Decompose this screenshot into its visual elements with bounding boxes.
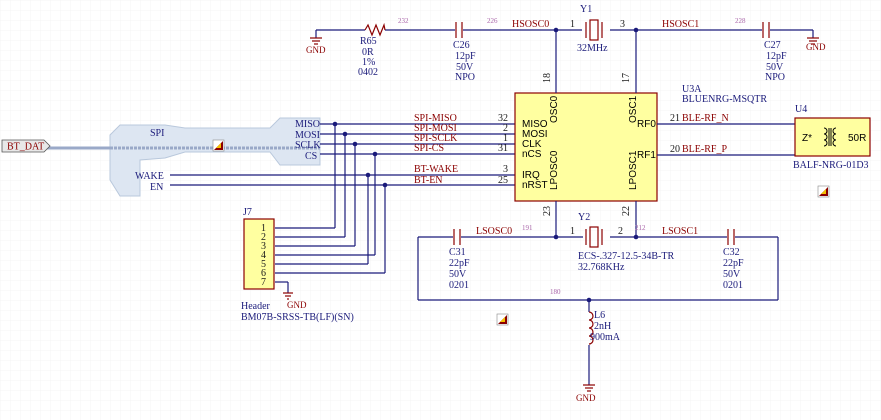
junction-hsosc0 bbox=[553, 27, 559, 33]
net-num-180: 180 bbox=[550, 288, 561, 296]
net-spi-cs: SPI-CS bbox=[414, 143, 444, 154]
u3a-pin-num-17: 17 bbox=[621, 73, 632, 83]
c26-ref: C26 bbox=[453, 40, 470, 51]
junction-lsosc0 bbox=[553, 234, 559, 240]
grid-background bbox=[0, 0, 881, 420]
u3a-pin-nrst: nRST bbox=[522, 180, 548, 191]
c32-ref: C32 bbox=[723, 247, 740, 258]
y1-pin-3: 3 bbox=[620, 19, 625, 30]
y2-pin-1: 1 bbox=[570, 226, 575, 237]
u3a-pin-num-18: 18 bbox=[542, 73, 553, 83]
u4-part: BALF-NRG-01D3 bbox=[793, 160, 869, 171]
schematic-canvas: BT_DAT SPI WAKE EN MISO MOSI SCLK CS SPI… bbox=[0, 0, 881, 420]
u3a-pin-num-25: 25 bbox=[498, 175, 508, 186]
harness-spi-label: SPI bbox=[150, 128, 164, 139]
u3a-pin-num-20: 20 bbox=[670, 144, 680, 155]
y2-ref: Y2 bbox=[578, 212, 590, 223]
u4-r-label: 50R bbox=[848, 133, 866, 144]
c26-diel: NPO bbox=[455, 72, 475, 83]
c31-pkg: 0201 bbox=[449, 280, 469, 291]
harness-en-label: EN bbox=[150, 182, 163, 193]
l6-value: 2nH bbox=[594, 321, 611, 332]
c27-value: 12pF bbox=[766, 51, 787, 62]
junction-l6 bbox=[586, 297, 592, 303]
marker-flag-icon[interactable] bbox=[212, 139, 225, 152]
marker-flag-icon[interactable] bbox=[496, 313, 509, 326]
y1-pin-1: 1 bbox=[570, 19, 575, 30]
u3a-pin-rf0: RF0 bbox=[637, 119, 656, 130]
net-bt-en: BT-EN bbox=[414, 175, 443, 186]
net-ble-rf-n: BLE-RF_N bbox=[682, 113, 729, 124]
gnd-label-top-right: GND bbox=[806, 42, 826, 52]
u3a-pin-num-31: 31 bbox=[498, 143, 508, 154]
u3a-pin-rf1: RF1 bbox=[637, 150, 656, 161]
net-num-228: 228 bbox=[735, 17, 746, 25]
r65-ref: R65 bbox=[360, 36, 377, 47]
c32-volt: 50V bbox=[723, 269, 741, 280]
c31-value: 22pF bbox=[449, 258, 470, 269]
y2-pin-2: 2 bbox=[618, 226, 623, 237]
u4-z-label: Z* bbox=[802, 133, 812, 144]
net-num-232: 232 bbox=[398, 17, 409, 25]
u3a-pin-num-23: 23 bbox=[542, 206, 553, 216]
harness-miso-label: MISO bbox=[295, 119, 320, 130]
u4-ref: U4 bbox=[795, 104, 807, 115]
c31-ref: C31 bbox=[449, 247, 466, 258]
net-hsosc1: HSOSC1 bbox=[662, 19, 699, 30]
y1-value: 32MHz bbox=[577, 43, 608, 54]
marker-flag-icon[interactable] bbox=[817, 185, 830, 198]
junction-hsosc1 bbox=[633, 27, 639, 33]
c27-ref: C27 bbox=[764, 40, 781, 51]
j7-header[interactable] bbox=[243, 218, 275, 290]
c27-diel: NPO bbox=[765, 72, 785, 83]
j7-part: BM07B-SRSS-TB(LF)(SN) bbox=[241, 312, 354, 323]
net-bt-wake: BT-WAKE bbox=[414, 164, 458, 175]
j7-type: Header bbox=[241, 301, 271, 312]
c32-value: 22pF bbox=[723, 258, 744, 269]
net-lsosc1: LSOSC1 bbox=[662, 226, 698, 237]
u3a-pin-num-3: 3 bbox=[503, 164, 508, 175]
net-hsosc0: HSOSC0 bbox=[512, 19, 549, 30]
u3a-part: BLUENRG-MSQTR bbox=[682, 94, 767, 105]
c26-value: 12pF bbox=[455, 51, 476, 62]
net-num-212: 212 bbox=[635, 224, 646, 232]
harness-wake-label: WAKE bbox=[135, 171, 164, 182]
u3a-pin-num-21: 21 bbox=[670, 113, 680, 124]
l6-ref: L6 bbox=[594, 310, 605, 321]
junction-lsosc1 bbox=[633, 234, 639, 240]
harness-sclk-label: SCLK bbox=[295, 140, 321, 151]
u3a-pin-ncs: nCS bbox=[522, 149, 542, 160]
net-ble-rf-p: BLE-RF_P bbox=[682, 144, 727, 155]
gnd-label-bottom: GND bbox=[576, 393, 596, 403]
y2-value: 32.768KHz bbox=[578, 262, 625, 273]
y1-ref: Y1 bbox=[580, 4, 592, 15]
u3a-pin-num-22: 22 bbox=[621, 206, 632, 216]
harness-cs-label: CS bbox=[305, 151, 317, 162]
j7-ref: J7 bbox=[243, 207, 252, 218]
y2-part: ECS-.327-12.5-34B-TR bbox=[578, 251, 674, 262]
net-lsosc0: LSOSC0 bbox=[476, 226, 512, 237]
bt-dat-label: BT_DAT bbox=[7, 142, 44, 153]
c32-pkg: 0201 bbox=[723, 280, 743, 291]
net-num-191: 191 bbox=[522, 224, 533, 232]
u3a-pin-lposc0: LPOSC0 bbox=[549, 150, 560, 190]
r65-pkg: 0402 bbox=[358, 67, 378, 78]
j7-pin-7: 7 bbox=[261, 277, 266, 288]
gnd-label-top-left: GND bbox=[306, 45, 326, 55]
net-num-226: 226 bbox=[487, 17, 498, 25]
l6-current: 900mA bbox=[590, 332, 621, 343]
gnd-label-j7: GND bbox=[287, 300, 307, 310]
c31-volt: 50V bbox=[449, 269, 467, 280]
u3a-pin-osc0: OSC0 bbox=[549, 95, 560, 123]
